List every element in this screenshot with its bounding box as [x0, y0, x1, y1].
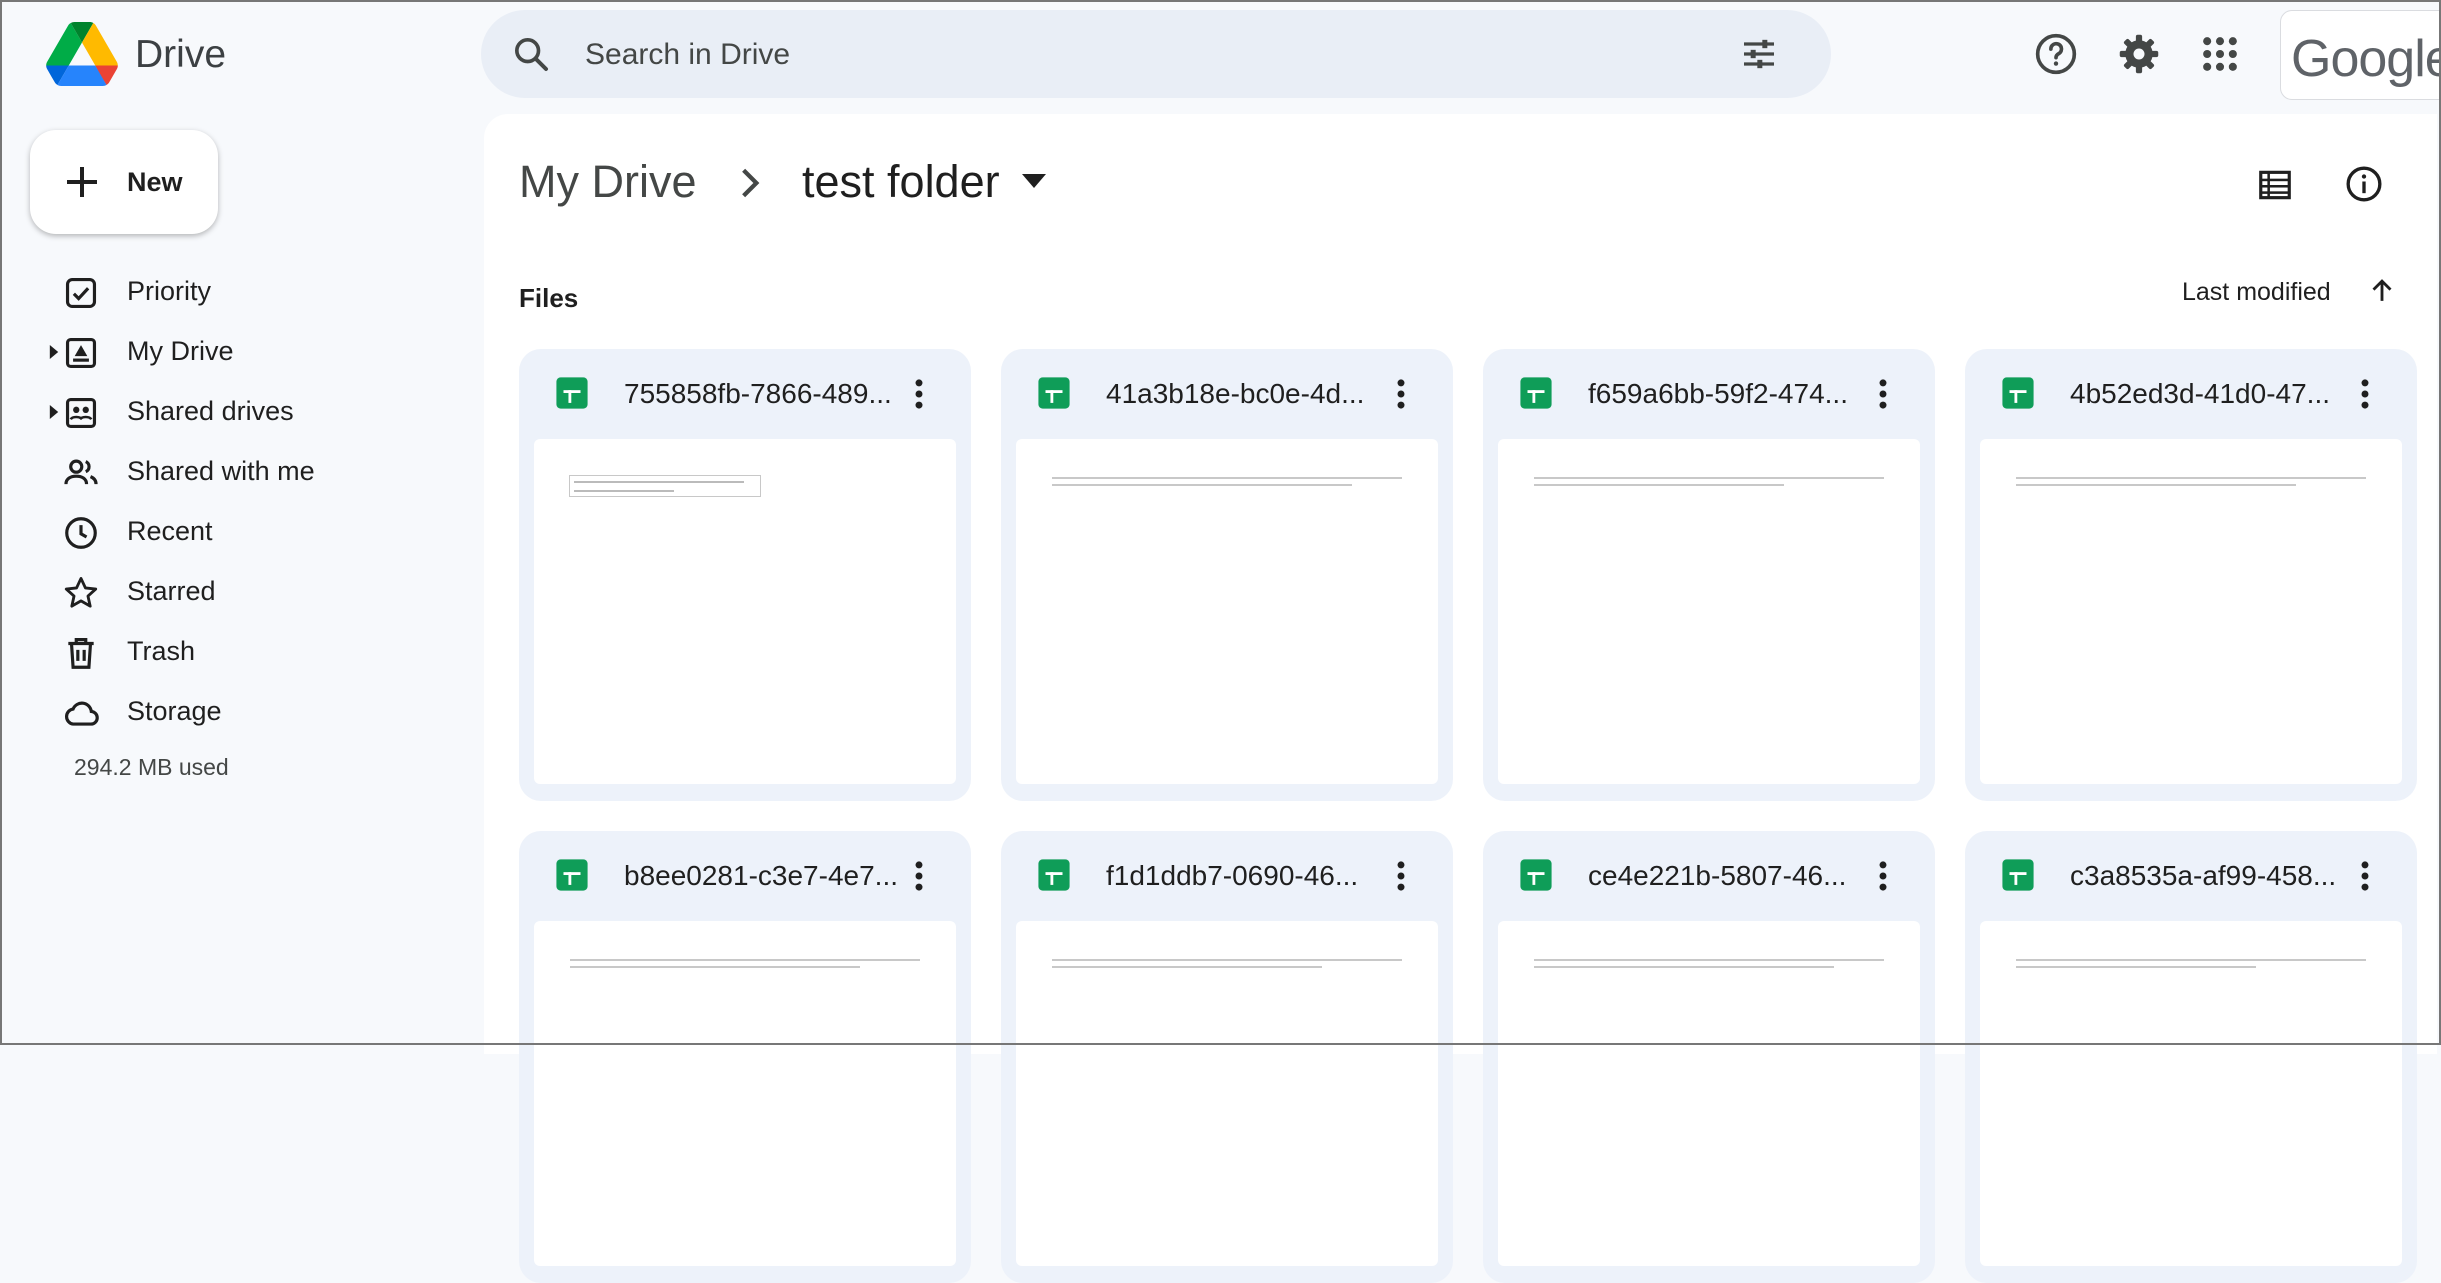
sort-by-button[interactable]: Last modified	[2182, 278, 2331, 307]
sidebar-item-label: Recent	[127, 516, 213, 546]
more-options-icon[interactable]	[1389, 375, 1413, 413]
shared-with-me-icon	[64, 459, 98, 485]
sidebar-item-label: Priority	[127, 276, 212, 306]
my-drive-icon	[65, 337, 97, 369]
sidebar-item-storage[interactable]: Storage	[0, 684, 470, 740]
file-name: f1d1ddb7-0690-46...	[1106, 860, 1359, 891]
more-options-icon[interactable]	[2353, 857, 2377, 895]
storage-used-text: 294.2 MB used	[74, 754, 229, 780]
sidebar-item-trash[interactable]: Trash	[0, 624, 470, 680]
file-thumbnail	[534, 921, 956, 1266]
search-options-icon[interactable]	[1739, 34, 1779, 74]
file-name: b8ee0281-c3e7-4e7...	[624, 860, 898, 891]
new-button[interactable]: New	[30, 130, 218, 234]
google-sheets-icon	[556, 859, 588, 891]
file-name: c3a8535a-af99-458...	[2070, 860, 2337, 891]
google-sheets-icon	[2002, 377, 2034, 409]
apps-grid-icon[interactable]	[2198, 32, 2242, 76]
sidebar-item-shared-drives[interactable]: Shared drives	[0, 384, 470, 440]
sidebar-item-label: Shared drives	[127, 396, 294, 426]
sidebar-item-starred[interactable]: Starred	[0, 564, 470, 620]
more-options-icon[interactable]	[1871, 857, 1895, 895]
file-name: 4b52ed3d-41d0-47...	[2070, 378, 2330, 409]
google-sheets-icon	[1520, 859, 1552, 891]
more-options-icon[interactable]	[907, 375, 931, 413]
file-card[interactable]: f1d1ddb7-0690-46...	[1001, 831, 1453, 1283]
file-card[interactable]: c3a8535a-af99-458...	[1965, 831, 2417, 1283]
trash-icon	[68, 637, 94, 669]
file-card[interactable]: ce4e221b-5807-46...	[1483, 831, 1935, 1283]
main-content: My Drive test folder Files Last modified…	[484, 114, 2437, 1283]
sidebar-item-label: Starred	[127, 576, 216, 606]
settings-gear-icon[interactable]	[2117, 32, 2161, 76]
new-button-label: New	[127, 167, 183, 197]
help-icon[interactable]	[2034, 32, 2078, 76]
file-card[interactable]: f659a6bb-59f2-474...	[1483, 349, 1935, 801]
sidebar-item-my-drive[interactable]: My Drive	[0, 324, 470, 380]
more-options-icon[interactable]	[1389, 857, 1413, 895]
files-section-label: Files	[519, 283, 579, 313]
file-thumbnail	[1980, 439, 2402, 784]
google-sheets-icon	[556, 377, 588, 409]
google-sheets-icon	[1038, 377, 1070, 409]
file-thumbnail	[1980, 921, 2402, 1266]
more-options-icon[interactable]	[1871, 375, 1895, 413]
file-thumbnail	[1016, 921, 1438, 1266]
file-card[interactable]: 755858fb-7866-489...	[519, 349, 971, 801]
sidebar-item-label: Trash	[127, 636, 196, 666]
sort-direction-arrow-icon[interactable]	[2365, 274, 2399, 308]
file-name: ce4e221b-5807-46...	[1588, 860, 1847, 891]
file-card[interactable]: 41a3b18e-bc0e-4d...	[1001, 349, 1453, 801]
file-thumbnail	[534, 439, 956, 784]
cloud-icon	[65, 701, 99, 726]
search-input[interactable]: Search in Drive	[585, 38, 790, 72]
list-view-icon[interactable]	[2256, 166, 2294, 204]
expand-arrow-icon[interactable]	[47, 402, 61, 422]
plus-icon	[67, 167, 97, 197]
app-name: Drive	[135, 33, 227, 76]
more-options-icon[interactable]	[2353, 375, 2377, 413]
shared-drives-icon	[65, 397, 97, 429]
file-name: 755858fb-7866-489...	[624, 378, 892, 409]
file-name: f659a6bb-59f2-474...	[1588, 378, 1848, 409]
sidebar-item-shared-with-me[interactable]: Shared with me	[0, 444, 470, 500]
file-card[interactable]: 4b52ed3d-41d0-47...	[1965, 349, 2417, 801]
sidebar-item-priority[interactable]: Priority	[0, 264, 470, 320]
sidebar-item-recent[interactable]: Recent	[0, 504, 470, 560]
clock-icon	[65, 517, 97, 549]
google-sheets-icon	[2002, 859, 2034, 891]
dropdown-arrow-icon[interactable]	[1022, 174, 1046, 190]
file-name: 41a3b18e-bc0e-4d...	[1106, 378, 1365, 409]
google-sheets-icon	[1038, 859, 1070, 891]
more-options-icon[interactable]	[907, 857, 931, 895]
search-bar[interactable]: Search in Drive	[481, 10, 1831, 98]
chevron-right-icon	[742, 168, 760, 198]
breadcrumb-current-folder[interactable]: test folder	[802, 156, 1000, 208]
search-icon[interactable]	[511, 34, 551, 74]
account-button[interactable]: Google	[2280, 10, 2441, 100]
sidebar-item-label: Storage	[127, 696, 222, 726]
sidebar-item-label: My Drive	[127, 336, 234, 366]
google-logo: Google	[2291, 30, 2441, 88]
breadcrumb-my-drive[interactable]: My Drive	[519, 156, 697, 208]
info-icon[interactable]	[2344, 164, 2384, 204]
star-icon	[64, 577, 98, 608]
file-thumbnail	[1016, 439, 1438, 784]
sidebar-item-label: Shared with me	[127, 456, 315, 486]
google-sheets-icon	[1520, 377, 1552, 409]
file-thumbnail	[1498, 921, 1920, 1266]
priority-icon	[65, 277, 97, 309]
file-thumbnail	[1498, 439, 1920, 784]
expand-arrow-icon[interactable]	[47, 342, 61, 362]
drive-logo-icon[interactable]	[46, 22, 118, 86]
file-card[interactable]: b8ee0281-c3e7-4e7...	[519, 831, 971, 1283]
